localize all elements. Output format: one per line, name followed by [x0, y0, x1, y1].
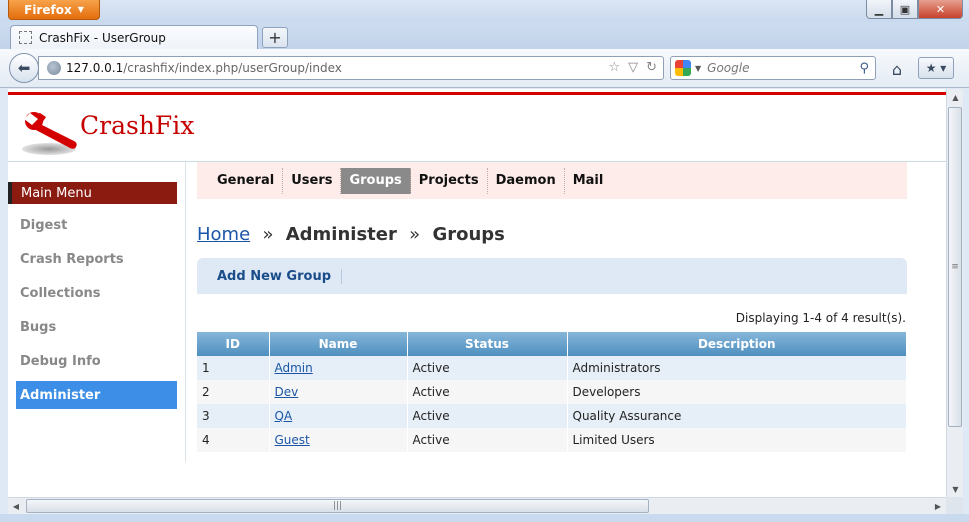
table-header-row: ID Name Status Description: [197, 332, 907, 356]
scroll-right-icon[interactable]: ▶: [930, 498, 946, 515]
tab-groups[interactable]: Groups: [341, 167, 411, 194]
sidebar-item-administer[interactable]: Administer: [16, 381, 177, 409]
tab-projects[interactable]: Projects: [411, 167, 488, 194]
search-engine-caret-icon[interactable]: ▼: [695, 64, 701, 73]
table-row: 3 QA Active Quality Assurance: [197, 404, 907, 428]
cell-description: Administrators: [567, 356, 907, 380]
scroll-up-icon[interactable]: ▲: [947, 89, 964, 105]
admin-top-menu: General Users Groups Projects Daemon Mai…: [197, 162, 907, 199]
table-row: 1 Admin Active Administrators: [197, 356, 907, 380]
back-icon[interactable]: ⬅: [9, 53, 39, 83]
url-bar[interactable]: 127.0.0.1/crashfix/index.php/userGroup/i…: [38, 56, 664, 80]
cell-status: Active: [407, 428, 568, 452]
cell-description: Limited Users: [567, 428, 907, 452]
vertical-scroll-thumb[interactable]: ≡: [948, 107, 962, 427]
column-header-name[interactable]: Name: [269, 332, 408, 356]
minimize-icon[interactable]: ▁: [866, 0, 892, 19]
sidebar-item-crash-reports[interactable]: Crash Reports: [16, 245, 177, 273]
cell-id: 2: [197, 380, 270, 404]
reload-icon[interactable]: ↻: [646, 60, 657, 75]
scroll-left-icon[interactable]: ◀: [8, 498, 24, 515]
breadcrumb: Home » Administer » Groups: [197, 224, 505, 245]
column-header-status[interactable]: Status: [407, 332, 568, 356]
window-bottom-frame: [0, 514, 969, 522]
group-link[interactable]: Guest: [275, 433, 310, 447]
google-icon[interactable]: [675, 60, 691, 76]
column-header-id[interactable]: ID: [197, 332, 270, 356]
cell-name: QA: [269, 404, 408, 428]
action-bar: Add New Group: [197, 258, 907, 294]
firefox-menu-button[interactable]: Firefox ▼: [8, 0, 100, 20]
cell-id: 4: [197, 428, 270, 452]
cell-name: Admin: [269, 356, 408, 380]
tab-mail[interactable]: Mail: [565, 168, 612, 194]
page-viewport: CrashFix Main Menu Digest Crash Reports …: [8, 89, 946, 497]
window-titlebar: Firefox ▼ ▁ ▣ ✕: [0, 0, 969, 22]
header-red-line: [8, 92, 946, 95]
group-link[interactable]: QA: [275, 409, 293, 423]
add-new-group-link[interactable]: Add New Group: [217, 268, 343, 284]
sidebar-item-collections[interactable]: Collections: [16, 279, 177, 307]
cell-id: 3: [197, 404, 270, 428]
firefox-caret-icon: ▼: [77, 5, 84, 14]
breadcrumb-current: Groups: [432, 224, 505, 245]
breadcrumb-separator: »: [262, 224, 274, 245]
breadcrumb-administer: Administer: [285, 224, 397, 245]
sidebar-item-bugs[interactable]: Bugs: [16, 313, 177, 341]
cell-name: Dev: [269, 380, 408, 404]
url-bar-icons: ☆ ▽ ↻: [608, 60, 657, 75]
favicon-icon: [19, 31, 32, 44]
star-icon[interactable]: ☆: [608, 60, 620, 75]
search-input[interactable]: Google: [707, 61, 859, 75]
cell-id: 1: [197, 356, 270, 380]
column-header-description[interactable]: Description: [567, 332, 907, 356]
url-path: /crashfix/index.php/userGroup/index: [123, 61, 342, 75]
url-host: 127.0.0.1: [66, 61, 124, 75]
wrench-graphic: [24, 112, 77, 149]
cell-name: Guest: [269, 428, 408, 452]
sidebar-item-digest[interactable]: Digest: [16, 211, 177, 239]
vertical-scrollbar[interactable]: ▲ ≡ ▼: [946, 89, 963, 497]
groups-table: ID Name Status Description 1 Admin Activ…: [197, 332, 907, 452]
new-tab-icon[interactable]: +: [262, 27, 288, 48]
tab-daemon[interactable]: Daemon: [488, 167, 565, 194]
sidebar: Main Menu Digest Crash Reports Collectio…: [8, 162, 186, 462]
scrollbar-corner: [946, 497, 963, 514]
close-icon[interactable]: ✕: [918, 0, 963, 19]
scroll-down-icon[interactable]: ▼: [947, 481, 964, 497]
sidebar-item-debug-info[interactable]: Debug Info: [16, 347, 177, 375]
table-row: 2 Dev Active Developers: [197, 380, 907, 404]
horizontal-scroll-thumb[interactable]: |||: [26, 499, 649, 513]
cell-description: Quality Assurance: [567, 404, 907, 428]
breadcrumb-separator: »: [409, 224, 421, 245]
navigation-toolbar: 127.0.0.1/crashfix/index.php/userGroup/i…: [0, 49, 969, 88]
table-row: 4 Guest Active Limited Users: [197, 428, 907, 452]
horizontal-scrollbar[interactable]: ◀ ||| ▶: [8, 497, 946, 514]
tab-strip: CrashFix - UserGroup +: [0, 22, 969, 49]
cell-status: Active: [407, 380, 568, 404]
home-icon[interactable]: ⌂: [886, 58, 908, 80]
window-controls: ▁ ▣ ✕: [866, 0, 963, 19]
tab-general[interactable]: General: [209, 167, 284, 194]
bookmarks-icon[interactable]: ★ ▾: [918, 57, 954, 79]
main-menu-title: Main Menu: [8, 182, 177, 204]
tab-users[interactable]: Users: [283, 167, 342, 194]
maximize-icon[interactable]: ▣: [892, 0, 918, 19]
grid-summary: Displaying 1-4 of 4 result(s).: [735, 311, 906, 325]
search-icon[interactable]: ⚲: [859, 61, 869, 76]
tab-crashfix[interactable]: CrashFix - UserGroup: [10, 25, 258, 49]
search-bar[interactable]: ▼ Google ⚲: [670, 56, 876, 80]
site-brand[interactable]: CrashFix: [80, 111, 194, 140]
cell-description: Developers: [567, 380, 907, 404]
group-link[interactable]: Admin: [275, 361, 313, 375]
wrench-logo-icon[interactable]: [18, 107, 78, 159]
cell-status: Active: [407, 404, 568, 428]
breadcrumb-home-link[interactable]: Home: [197, 224, 250, 245]
history-caret-icon[interactable]: ▽: [628, 60, 638, 75]
cell-status: Active: [407, 356, 568, 380]
firefox-button-label: Firefox: [24, 2, 72, 17]
tab-title: CrashFix - UserGroup: [39, 30, 166, 45]
globe-icon: [47, 61, 61, 75]
group-link[interactable]: Dev: [275, 385, 299, 399]
